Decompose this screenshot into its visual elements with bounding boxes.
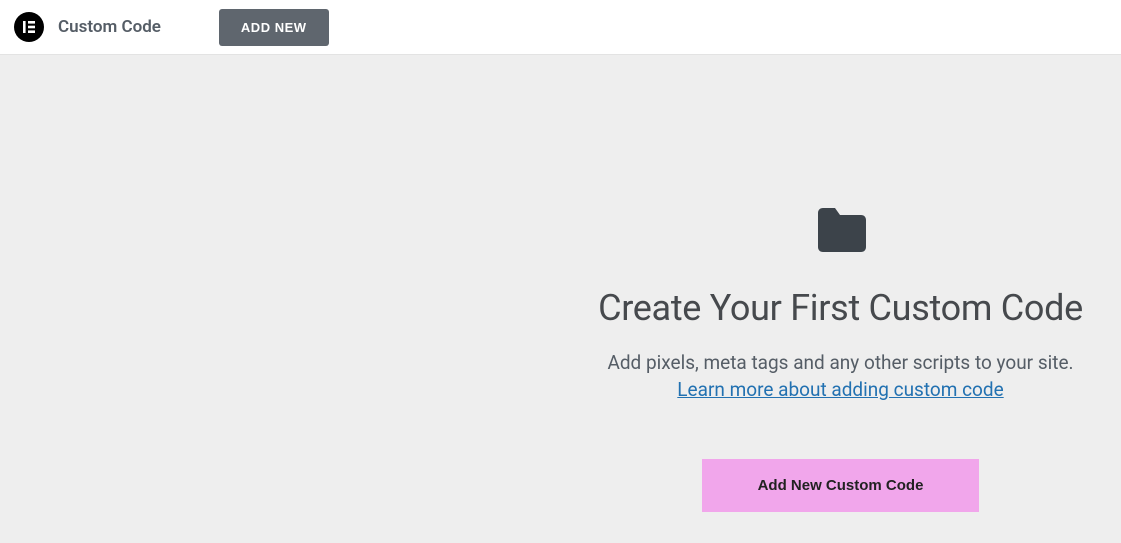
- add-new-custom-code-button[interactable]: Add New Custom Code: [702, 459, 980, 512]
- page-header: Custom Code ADD NEW: [0, 0, 1121, 55]
- add-new-button[interactable]: ADD NEW: [219, 9, 329, 46]
- page-title: Custom Code: [58, 17, 161, 37]
- empty-state-heading: Create Your First Custom Code: [570, 287, 1111, 329]
- learn-more-link[interactable]: Learn more about adding custom code: [677, 378, 1003, 401]
- folder-icon: [813, 205, 869, 259]
- main-content: Create Your First Custom Code Add pixels…: [0, 55, 1121, 543]
- empty-state-description: Add pixels, meta tags and any other scri…: [570, 351, 1111, 374]
- empty-state: Create Your First Custom Code Add pixels…: [560, 205, 1121, 512]
- elementor-logo-icon: [14, 12, 44, 42]
